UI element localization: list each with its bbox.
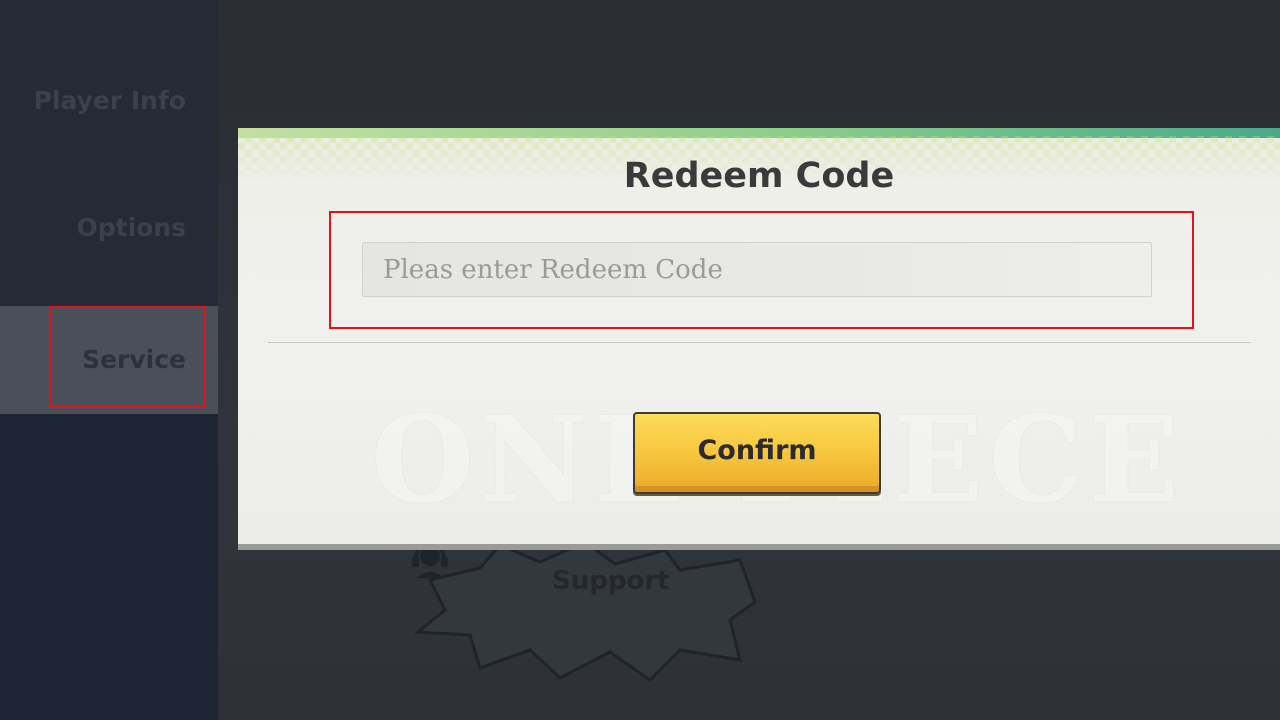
divider — [268, 342, 1251, 343]
dialog-title: Redeem Code — [623, 156, 895, 196]
support-button[interactable]: Support — [410, 540, 770, 690]
speech-burst-shape — [414, 540, 757, 682]
sidebar-item-label: Player Info — [33, 86, 186, 115]
confirm-button-label: Confirm — [697, 434, 817, 466]
highlight-box-input — [329, 211, 1194, 329]
confirm-button[interactable]: Confirm — [633, 412, 881, 494]
highlight-box-service — [49, 306, 206, 408]
sidebar-item-label: Options — [76, 213, 186, 242]
redeem-code-dialog: ONE PIECE Redeem Code Confirm — [238, 128, 1280, 544]
sidebar-item-player-info[interactable]: Player Info — [0, 86, 218, 115]
headset-icon — [412, 541, 448, 578]
support-label: Support — [552, 566, 670, 596]
sidebar-lower-panel — [0, 414, 218, 720]
sidebar-item-options[interactable]: Options — [0, 213, 218, 242]
